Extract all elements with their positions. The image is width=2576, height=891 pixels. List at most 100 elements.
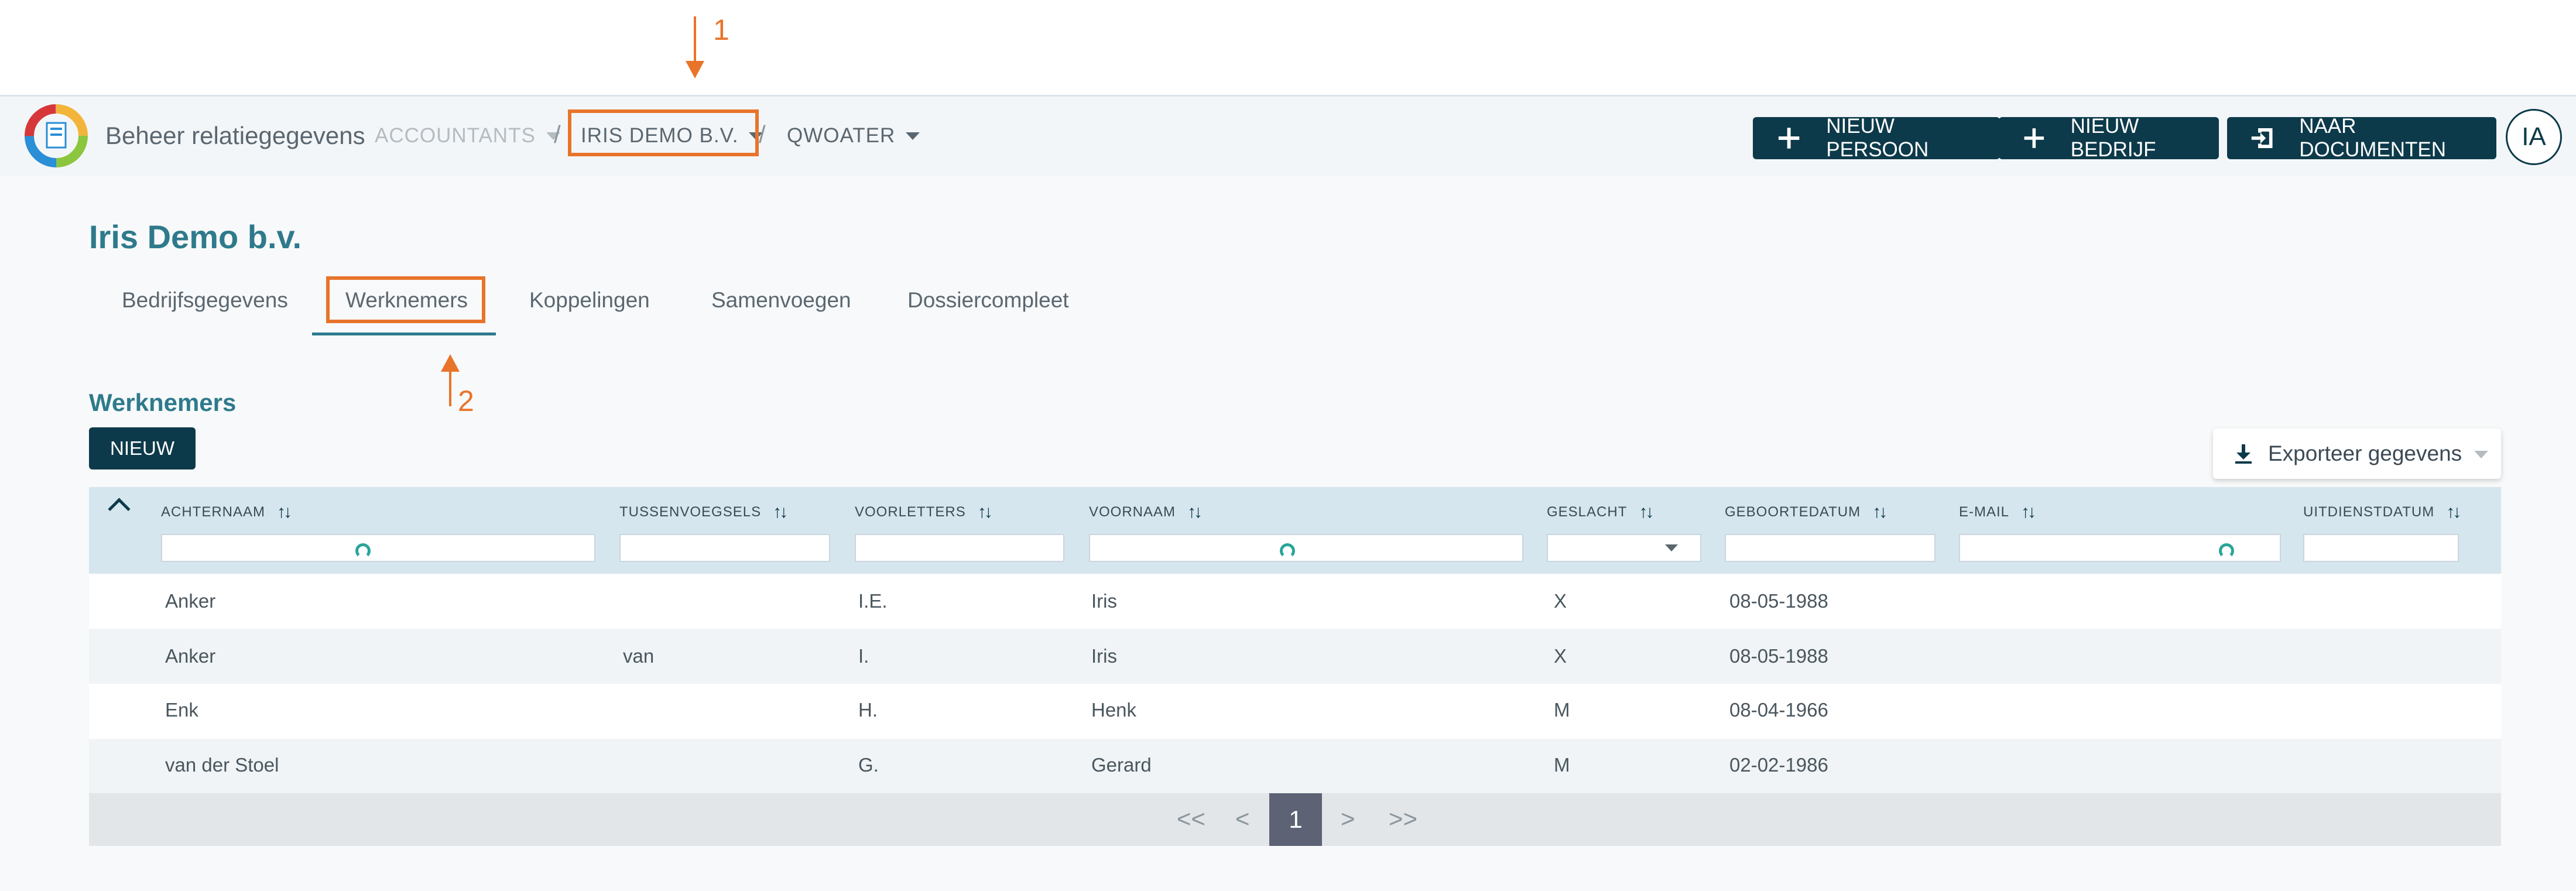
filter-email-input[interactable] [1959,534,2281,562]
page-title: Iris Demo b.v. [89,218,302,255]
cell-achternaam: Anker [165,590,216,612]
next-page-button[interactable]: > [1341,805,1355,833]
column-label: UITDIENSTDATUM [2303,504,2435,520]
column-header-tussenvoegsels[interactable]: TUSSENVOEGSELS ↑↓ [619,502,788,522]
new-company-label: NIEUW BEDRIJF [2070,115,2156,161]
new-employee-button[interactable]: NIEUW [89,427,196,470]
cell-voorletters: G. [858,754,879,776]
cell-voornaam: Gerard [1091,754,1152,776]
sort-icon[interactable]: ↑↓ [277,502,292,522]
cell-geboortedatum: 08-05-1988 [1729,645,1828,667]
active-tab-indicator [312,333,496,335]
column-header-voorletters[interactable]: VOORLETTERS ↑↓ [855,502,993,522]
filter-geboortedatum-input[interactable] [1725,534,1936,562]
filter-tussenvoegsels-input[interactable] [619,534,830,562]
sort-icon[interactable]: ↑↓ [1187,502,1203,522]
breadcrumb-accountants[interactable]: ACCOUNTANTS [375,124,560,148]
cell-voorletters: I. [858,645,869,667]
breadcrumb-label: QWOATER [787,124,896,147]
filter-achternaam-input[interactable] [161,534,595,562]
cell-geslacht: M [1554,699,1570,721]
annotation-arrow-2 [449,370,451,406]
column-label: GESLACHT [1547,504,1628,520]
column-header-email[interactable]: E-MAIL ↑↓ [1959,502,2036,522]
tab-dossiercompleet[interactable]: Dossiercompleet [907,288,1069,313]
column-label: GEBOORTEDATUM [1725,504,1861,520]
annotation-number-1: 1 [713,13,729,46]
new-person-button[interactable]: NIEUW PERSOON [1753,115,2000,161]
sort-icon[interactable]: ↑↓ [2446,502,2461,522]
table-row[interactable]: Anker van I. Iris X 08-05-1988 [89,629,2501,684]
column-label: VOORLETTERS [855,504,966,520]
last-page-button[interactable]: >> [1389,805,1417,833]
chevron-down-icon [1665,544,1678,551]
download-icon [2235,444,2252,464]
column-header-uitdienstdatum[interactable]: UITDIENSTDATUM ↑↓ [2303,502,2461,522]
filter-uitdienstdatum-input[interactable] [2303,534,2459,562]
app-logo[interactable] [25,104,88,167]
user-avatar[interactable]: IA [2506,109,2562,165]
filter-voorletters-input[interactable] [855,534,1064,562]
sign-in-icon [2251,128,2273,148]
column-header-geslacht[interactable]: GESLACHT ↑↓ [1547,502,1654,522]
cell-voorletters: I.E. [858,590,888,612]
table-row[interactable]: Enk H. Henk M 08-04-1966 [89,684,2501,739]
breadcrumb-separator: / [554,121,561,148]
app-title: Beheer relatiegegevens [105,122,365,149]
filter-voornaam-input[interactable] [1089,534,1523,562]
column-header-geboortedatum[interactable]: GEBOORTEDATUM ↑↓ [1725,502,1888,522]
annotation-highlight-2 [326,276,485,323]
sort-icon[interactable]: ↑↓ [2021,502,2036,522]
column-header-voornaam[interactable]: VOORNAAM ↑↓ [1089,502,1203,522]
sort-icon[interactable]: ↑↓ [1639,502,1654,522]
top-margin [0,0,2576,97]
loading-spinner-icon [1280,543,1295,558]
breadcrumb-qwoater[interactable]: QWOATER [787,124,920,148]
page-button-current[interactable]: 1 [1269,793,1322,846]
tab-samenvoegen[interactable]: Samenvoegen [711,288,851,313]
annotation-arrow-1 [694,16,696,63]
sort-icon[interactable]: ↑↓ [773,502,788,522]
cell-achternaam: Enk [165,699,198,721]
plus-icon [1778,128,1800,149]
sort-icon[interactable]: ↑↓ [978,502,993,522]
column-label: E-MAIL [1959,504,2010,520]
new-person-label: NIEUW PERSOON [1826,115,1929,161]
cell-voornaam: Henk [1091,699,1137,721]
breadcrumb-label: ACCOUNTANTS [375,124,536,147]
sort-icon[interactable]: ↑↓ [1872,502,1888,522]
annotation-arrowhead-2 [441,354,460,372]
annotation-arrowhead-1 [686,61,704,78]
cell-geboortedatum: 08-05-1988 [1729,590,1828,612]
filter-geslacht-select[interactable] [1547,534,1701,562]
loading-spinner-icon [2219,543,2234,558]
cell-voornaam: Iris [1091,645,1117,667]
export-button[interactable]: Exporteer gegevens [2213,429,2501,479]
cell-geslacht: X [1554,590,1567,612]
cell-tussenvoegsels: van [623,645,655,667]
export-label: Exporteer gegevens [2268,441,2462,465]
cell-achternaam: van der Stoel [165,754,279,776]
annotation-highlight-1 [568,109,759,156]
cell-geboortedatum: 02-02-1986 [1729,754,1828,776]
column-label: ACHTERNAAM [161,504,266,520]
column-label: TUSSENVOEGSELS [619,504,762,520]
column-header-achternaam[interactable]: ACHTERNAAM ↑↓ [161,502,292,522]
cell-geslacht: X [1554,645,1567,667]
cell-voorletters: H. [858,699,878,721]
cell-geslacht: M [1554,754,1570,776]
previous-page-button[interactable]: < [1235,805,1250,833]
new-company-button[interactable]: NIEUW BEDRIJF [1999,115,2219,161]
to-documents-button[interactable]: NAAR DOCUMENTEN [2227,115,2496,161]
table-row[interactable]: Anker I.E. Iris X 08-05-1988 [89,574,2501,629]
loading-spinner-icon [355,543,371,558]
table-row[interactable]: van der Stoel G. Gerard M 02-02-1986 [89,739,2501,794]
first-page-button[interactable]: << [1177,805,1205,833]
tab-koppelingen[interactable]: Koppelingen [529,288,650,313]
to-documents-label: NAAR DOCUMENTEN [2299,115,2447,161]
tab-bedrijfsgegevens[interactable]: Bedrijfsgegevens [122,288,288,313]
section-title: Werknemers [89,389,237,416]
breadcrumb-separator: / [759,121,766,148]
cell-achternaam: Anker [165,645,216,667]
chevron-down-icon[interactable] [2474,451,2488,458]
